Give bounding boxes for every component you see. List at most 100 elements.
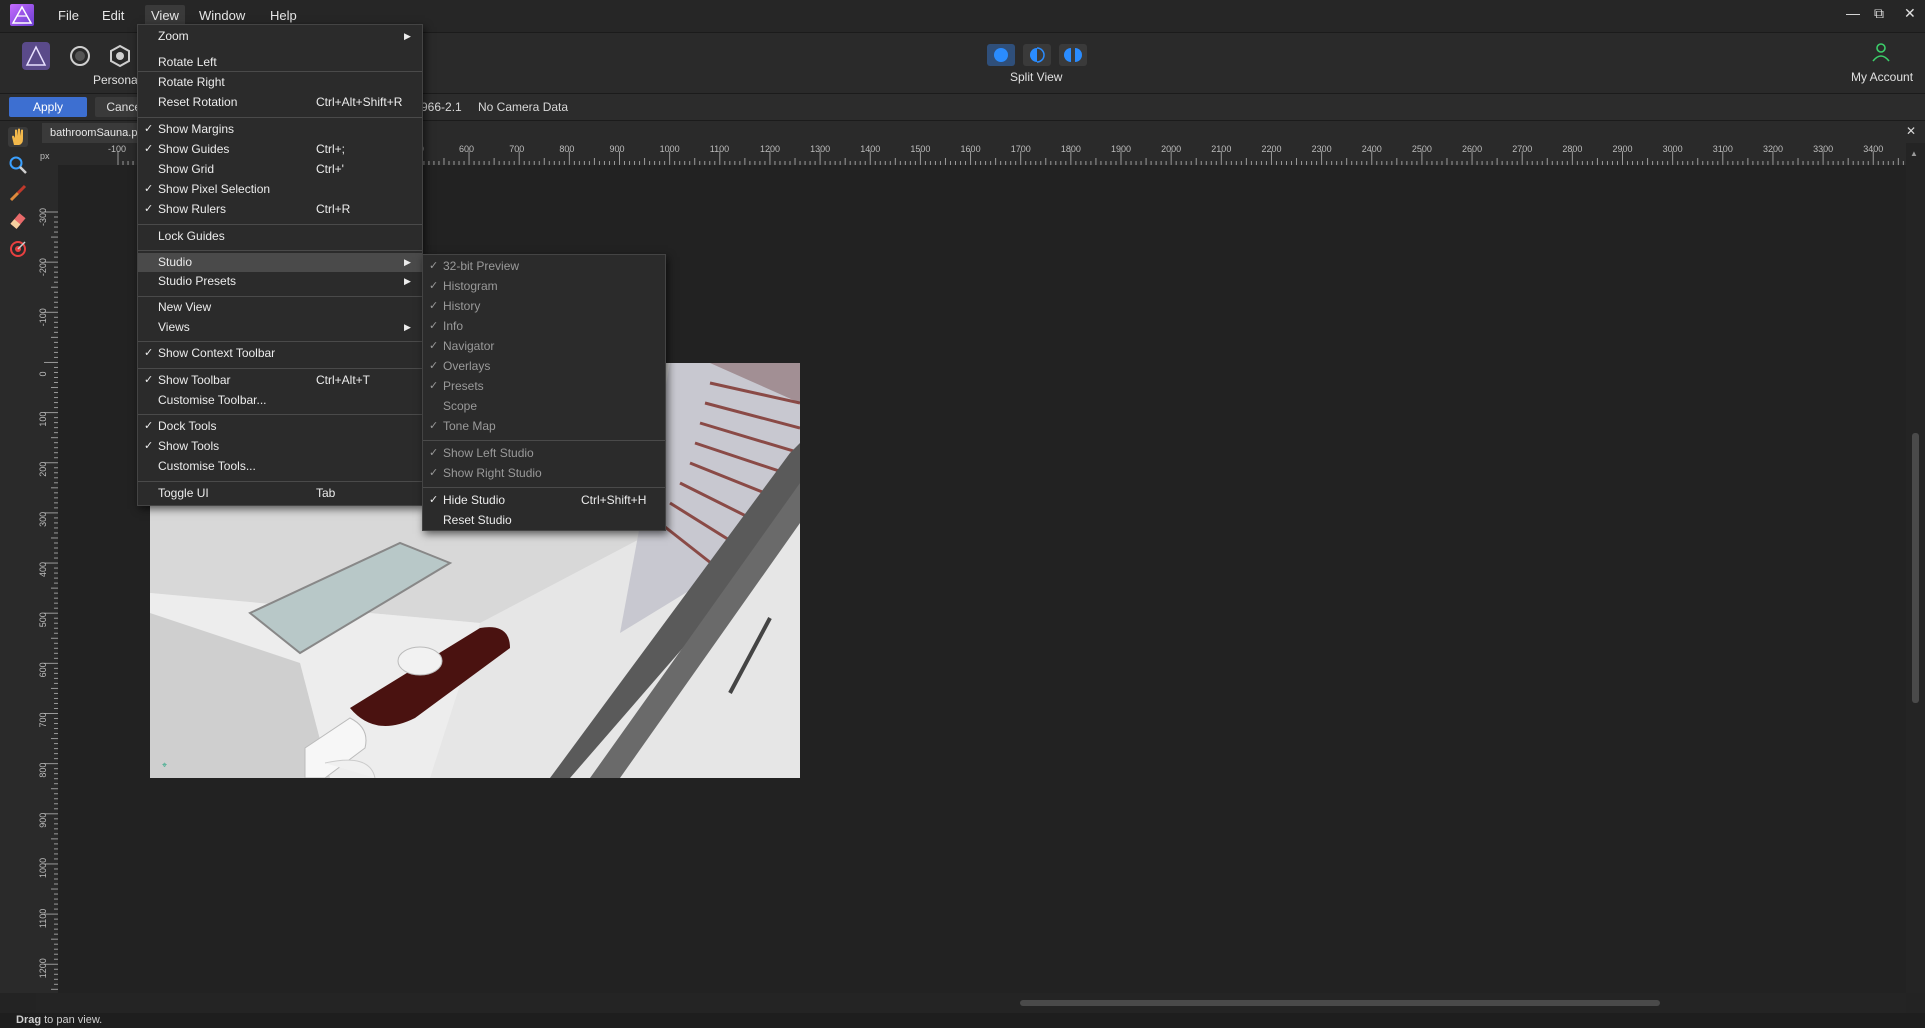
studio-menu-item-overlays[interactable]: ✓ Overlays — [423, 357, 665, 376]
eraser-tool-icon[interactable] — [8, 211, 28, 231]
ruler-label: 3000 — [1663, 144, 1683, 154]
zoom-tool-icon[interactable] — [8, 155, 28, 175]
hand-tool-icon[interactable] — [8, 127, 28, 147]
menu-item-label: Dock Tools — [158, 419, 217, 433]
menu-separator — [138, 71, 422, 72]
menu-window[interactable]: Window — [197, 8, 247, 23]
vertical-scrollbar[interactable]: ▲ — [1906, 143, 1925, 993]
studio-menu-item-presets[interactable]: ✓ Presets — [423, 377, 665, 396]
menu-view[interactable]: View — [145, 5, 185, 26]
vertical-ruler: -300 -200 -100 0 100 200 300 400 500 600 700 800 900… — [36, 165, 59, 993]
camera-data-label: No Camera Data — [478, 100, 569, 114]
studio-menu-item-scope[interactable]: Scope — [423, 397, 665, 416]
view-menu-item-reset-rotation[interactable]: Reset Rotation Ctrl+Alt+Shift+R — [138, 93, 422, 112]
menu-item-label: Zoom — [158, 29, 189, 43]
menu-separator — [138, 296, 422, 297]
submenu-arrow-icon: ▶ — [404, 31, 411, 41]
studio-menu-item-show-right-studio[interactable]: ✓ Show Right Studio — [423, 464, 665, 483]
view-menu-item-new-view[interactable]: New View — [138, 298, 422, 317]
view-menu-item-show-context-toolbar[interactable]: ✓ Show Context Toolbar — [138, 344, 422, 363]
photo-persona-icon[interactable] — [22, 42, 50, 70]
menu-item-label: Rotate Left — [158, 55, 217, 69]
ruler-label: 1700 — [1011, 144, 1031, 154]
ruler-label: 1000 — [660, 144, 680, 154]
view-menu-item-show-rulers[interactable]: ✓ Show Rulers Ctrl+R — [138, 200, 422, 219]
mirror-view-icon[interactable] — [1059, 44, 1087, 66]
view-menu-item-show-tools[interactable]: ✓ Show Tools — [138, 437, 422, 456]
checkmark-icon: ✓ — [429, 340, 439, 352]
view-menu-item-views[interactable]: Views ▶ — [138, 318, 422, 337]
vertical-scroll-thumb[interactable] — [1912, 433, 1919, 703]
affinity-photo-logo[interactable] — [10, 4, 34, 26]
menu-item-label: Studio — [158, 255, 193, 269]
account-icon[interactable] — [1870, 41, 1892, 63]
view-menu-item-show-grid[interactable]: Show Grid Ctrl+' — [138, 160, 422, 179]
restore-button[interactable]: ⧉ — [1874, 5, 1884, 22]
view-menu-item-show-pixel-selection[interactable]: ✓ Show Pixel Selection — [138, 180, 422, 199]
view-menu-item-toggle-ui[interactable]: Toggle UI Tab — [138, 484, 422, 503]
studio-menu-item-history[interactable]: ✓ History — [423, 297, 665, 316]
view-menu-item-zoom[interactable]: Zoom ▶ — [138, 27, 422, 46]
red-eye-tool-icon[interactable] — [8, 239, 28, 259]
ruler-label: 3200 — [1763, 144, 1783, 154]
view-menu-item-customise-toolbar[interactable]: Customise Toolbar... — [138, 391, 422, 410]
studio-menu-item-reset-studio[interactable]: Reset Studio — [423, 511, 665, 530]
view-menu-item-rotate-left[interactable]: Rotate Left — [138, 53, 422, 72]
menu-item-label: Show Toolbar — [158, 373, 231, 387]
menu-edit[interactable]: Edit — [100, 8, 126, 23]
horizontal-scrollbar[interactable] — [36, 993, 1906, 1013]
minimize-button[interactable]: — — [1846, 5, 1860, 21]
menu-item-label: Hide Studio — [443, 493, 506, 507]
ruler-label: 3300 — [1813, 144, 1833, 154]
view-menu-item-dock-tools[interactable]: ✓ Dock Tools — [138, 417, 422, 436]
checkmark-icon: ✓ — [429, 300, 439, 312]
submenu-arrow-icon: ▶ — [404, 276, 411, 286]
checkmark-icon: ✓ — [429, 280, 439, 292]
checkmark-icon: ✓ — [429, 467, 439, 479]
ruler-label: 900 — [610, 144, 625, 154]
studio-menu-item-show-left-studio[interactable]: ✓ Show Left Studio — [423, 444, 665, 463]
view-menu-item-rotate-right[interactable]: Rotate Right — [138, 73, 422, 92]
status-bar: Drag to pan view. — [0, 1013, 1925, 1028]
view-menu-item-customise-tools[interactable]: Customise Tools... — [138, 457, 422, 476]
studio-submenu: ✓ 32-bit Preview ✓ Histogram ✓ History ✓ Info ✓ N… — [422, 254, 666, 531]
single-view-icon[interactable] — [987, 44, 1015, 66]
menu-separator — [138, 368, 422, 369]
menu-item-label: Show Grid — [158, 162, 215, 176]
studio-menu-item-hide-studio[interactable]: ✓ Hide Studio Ctrl+Shift+H — [423, 491, 665, 510]
apply-button[interactable]: Apply — [9, 97, 87, 117]
develop-persona-icon[interactable] — [106, 42, 134, 70]
studio-menu-item-info[interactable]: ✓ Info — [423, 317, 665, 336]
view-menu-item-studio-presets[interactable]: Studio Presets ▶ — [138, 272, 422, 291]
close-tab-icon[interactable]: ✕ — [1906, 124, 1916, 138]
studio-menu-item-histogram[interactable]: ✓ Histogram — [423, 277, 665, 296]
view-menu-item-show-toolbar[interactable]: ✓ Show Toolbar Ctrl+Alt+T — [138, 371, 422, 390]
checkmark-icon: ✓ — [144, 374, 154, 386]
view-menu-item-lock-guides[interactable]: Lock Guides — [138, 227, 422, 246]
ruler-label: -100 — [38, 308, 48, 326]
liquify-persona-icon[interactable] — [66, 42, 94, 70]
checkmark-icon: ✓ — [144, 203, 154, 215]
menu-separator — [138, 117, 422, 118]
view-menu-item-show-guides[interactable]: ✓ Show Guides Ctrl+; — [138, 140, 422, 159]
horizontal-scroll-thumb[interactable] — [1020, 1000, 1660, 1006]
view-menu-item-show-margins[interactable]: ✓ Show Margins — [138, 120, 422, 139]
menu-file[interactable]: File — [56, 8, 81, 23]
studio-menu-item-navigator[interactable]: ✓ Navigator — [423, 337, 665, 356]
studio-menu-item-32-bit-preview[interactable]: ✓ 32-bit Preview — [423, 257, 665, 276]
split-view-icon[interactable] — [1023, 44, 1051, 66]
ruler-label: 1000 — [38, 858, 48, 878]
ruler-label: 2300 — [1312, 144, 1332, 154]
view-menu-item-studio[interactable]: Studio ▶ — [138, 253, 422, 272]
menu-help[interactable]: Help — [268, 8, 299, 23]
ruler-label: 3400 — [1863, 144, 1883, 154]
ruler-label: 2700 — [1512, 144, 1532, 154]
my-account-label[interactable]: My Account — [1851, 70, 1913, 84]
studio-menu-item-tone-map[interactable]: ✓ Tone Map — [423, 417, 665, 436]
menu-item-shortcut: Ctrl+Alt+Shift+R — [316, 95, 403, 109]
ruler-label: 400 — [38, 562, 48, 577]
menu-item-label: Show Guides — [158, 142, 230, 156]
ruler-label: 800 — [38, 763, 48, 778]
close-window-button[interactable]: ✕ — [1904, 5, 1916, 22]
brush-tool-icon[interactable] — [8, 183, 28, 203]
